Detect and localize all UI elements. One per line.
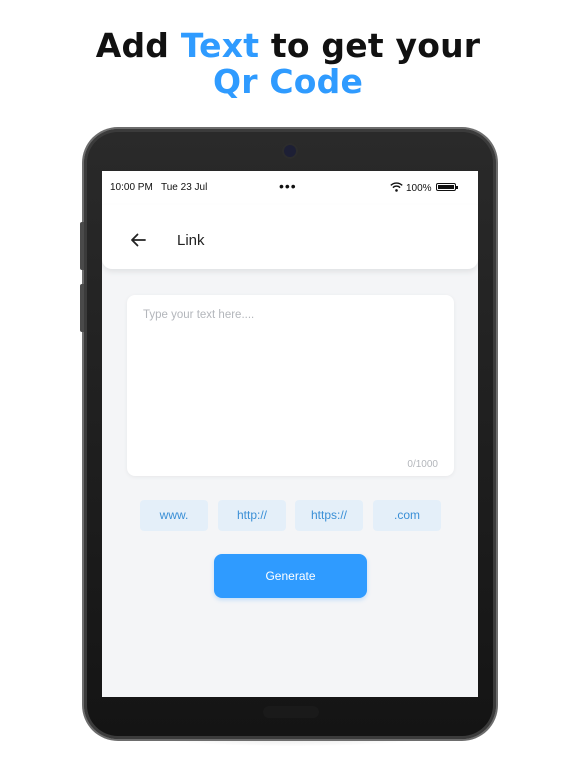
home-indicator <box>263 706 319 718</box>
wifi-icon <box>390 182 403 192</box>
app-screen: 10:00 PM Tue 23 Jul ••• 100% Link 0/1000… <box>102 171 478 697</box>
prefix-chips: www. http:// https:// .com <box>140 500 441 531</box>
app-bar: Link <box>102 205 478 269</box>
chip-com[interactable]: .com <box>373 500 441 531</box>
headline-text: to get your <box>259 26 481 65</box>
battery-icon <box>436 183 458 191</box>
status-bar: 10:00 PM Tue 23 Jul ••• 100% <box>102 171 478 205</box>
multitask-dots-icon: ••• <box>279 178 297 194</box>
chip-www[interactable]: www. <box>140 500 208 531</box>
character-counter: 0/1000 <box>407 459 438 470</box>
volume-up-button <box>80 222 84 270</box>
headline-text: Add <box>95 26 181 65</box>
text-input-card: 0/1000 <box>127 295 454 476</box>
headline-line-2: Qr Code <box>212 62 364 101</box>
chip-https[interactable]: https:// <box>295 500 363 531</box>
status-time: 10:00 PM <box>110 182 153 193</box>
headline-line-1: Add Text to get your <box>0 28 576 64</box>
volume-down-button <box>80 284 84 332</box>
text-input[interactable] <box>143 309 438 439</box>
battery-percent: 100% <box>406 183 432 194</box>
generate-button[interactable]: Generate <box>214 554 367 598</box>
status-date: Tue 23 Jul <box>161 182 208 193</box>
promo-headline: Add Text to get your Qr Code <box>0 28 576 100</box>
front-camera <box>284 145 296 157</box>
page-title: Link <box>177 232 205 249</box>
chip-http[interactable]: http:// <box>218 500 286 531</box>
arrow-left-icon[interactable] <box>130 233 146 247</box>
headline-accent-text: Text <box>180 26 260 65</box>
